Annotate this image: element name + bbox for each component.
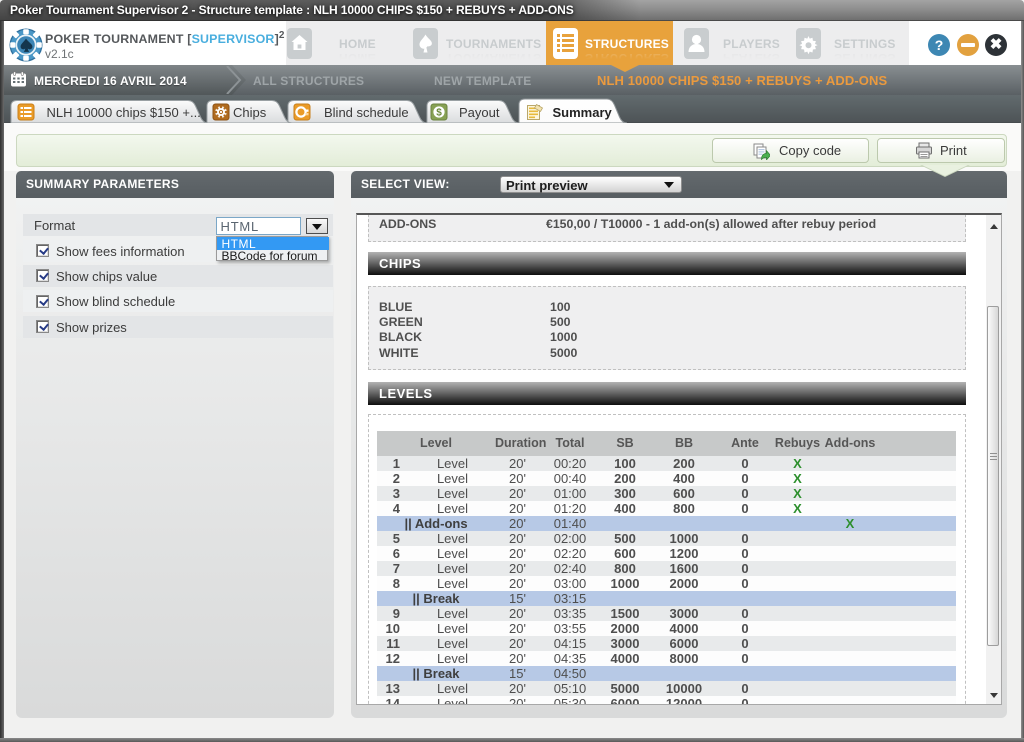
svg-text:$: $ [436,107,442,118]
